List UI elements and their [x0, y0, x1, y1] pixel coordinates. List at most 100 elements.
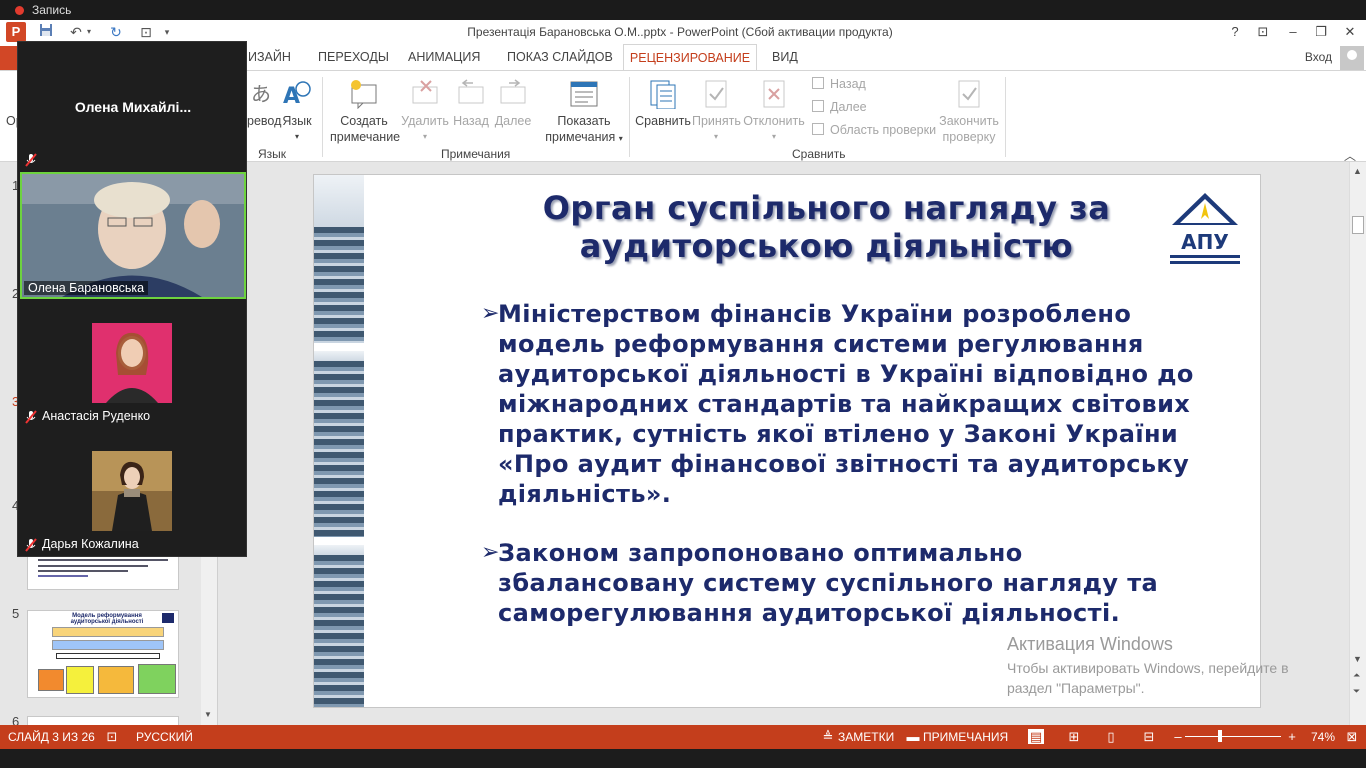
- notes-icon[interactable]: ≜: [820, 729, 836, 744]
- scroll-up-icon[interactable]: ▲: [1353, 166, 1362, 176]
- show-comments-icon: [570, 81, 598, 107]
- tab-animations[interactable]: АНИМАЦИЯ: [408, 50, 480, 64]
- participant-name-1: Олена Барановська: [24, 281, 149, 295]
- zoom-in-icon[interactable]: +: [1284, 729, 1300, 744]
- video-call-panel[interactable]: Олена Михайлі... Олена Барановська Анаст…: [17, 41, 247, 557]
- end-review-label-1: Закончить: [939, 114, 999, 128]
- slide-scrollbar[interactable]: ▲ ▼ ⏶ ⏷: [1349, 162, 1366, 725]
- tab-transitions[interactable]: ПЕРЕХОДЫ: [318, 50, 389, 64]
- new-comment-icon: [351, 80, 377, 109]
- slide-sorter-icon[interactable]: ⊞: [1066, 729, 1082, 744]
- customize-toolbar-icon[interactable]: ▾: [160, 22, 174, 42]
- scroll-thumb[interactable]: [1352, 216, 1364, 234]
- mic-muted-icon: [25, 410, 37, 424]
- sign-in-link[interactable]: Вход: [1305, 50, 1332, 64]
- next-comment-button[interactable]: Далее: [494, 79, 532, 129]
- minimize-button[interactable]: –: [1280, 22, 1306, 42]
- zoom-level[interactable]: 74%: [1311, 730, 1335, 744]
- zoom-slider-knob[interactable]: [1218, 730, 1222, 742]
- new-comment-label-2: примечание: [330, 130, 401, 144]
- window-title: Презентація Барановська О.М..pptx - Powe…: [467, 25, 893, 39]
- compare-icon: [650, 80, 676, 109]
- recording-strip: Запись: [0, 0, 1366, 20]
- windows-activation-title: Активация Windows: [1007, 634, 1173, 654]
- apu-logo: АПУ: [1170, 193, 1240, 264]
- compare-label: Сравнить: [635, 114, 691, 128]
- previous-change-button[interactable]: Назад: [812, 77, 866, 91]
- tab-design[interactable]: ИЗАЙН: [248, 50, 291, 64]
- new-comment-label-1: Создать: [340, 114, 388, 128]
- status-bar: СЛАЙД 3 ИЗ 26 ⊡ РУССКИЙ ≜ ЗАМЕТКИ ▬ ПРИМ…: [0, 725, 1366, 749]
- language-icon: A: [283, 81, 311, 109]
- next-slide-icon[interactable]: ⏷: [1353, 686, 1360, 697]
- participant-name-3: Дарья Кожалина: [42, 537, 139, 551]
- notes-button[interactable]: ЗАМЕТКИ: [838, 730, 894, 744]
- language-indicator[interactable]: РУССКИЙ: [136, 730, 193, 744]
- help-button[interactable]: ?: [1222, 22, 1248, 42]
- slide-thumbnail-5[interactable]: Модель реформування аудиторської діяльно…: [27, 610, 179, 698]
- translate-icon: あ: [251, 82, 271, 106]
- mic-muted-icon: [25, 153, 37, 167]
- undo-dropdown-icon[interactable]: ▾: [84, 22, 94, 42]
- bottom-strip: [0, 749, 1366, 768]
- reading-view-icon[interactable]: ▯: [1103, 729, 1119, 744]
- participant-photo-2: [92, 323, 172, 403]
- zoom-out-icon[interactable]: –: [1170, 729, 1186, 744]
- reviewing-pane-label: Область проверки: [830, 123, 937, 137]
- comments-icon[interactable]: ▬: [905, 729, 921, 744]
- end-review-label-2: проверку: [942, 130, 996, 144]
- accept-button[interactable]: Принять ▾: [692, 79, 741, 145]
- previous-change-icon: [812, 77, 824, 89]
- group-separator: [322, 77, 323, 157]
- slide-counter: СЛАЙД 3 ИЗ 26: [8, 730, 95, 744]
- slide-canvas[interactable]: Орган суспільного нагляду за аудиторсько…: [313, 174, 1261, 708]
- new-comment-button[interactable]: Создать примечание: [330, 79, 401, 145]
- language-label: Язык: [282, 114, 312, 128]
- normal-view-icon[interactable]: ▤: [1028, 729, 1044, 744]
- undo-icon[interactable]: ↶: [66, 22, 86, 42]
- show-comments-button[interactable]: Показать примечания ▾: [544, 79, 624, 147]
- ribbon-display-options-button[interactable]: ⊡: [1250, 22, 1276, 42]
- avatar[interactable]: [1340, 46, 1364, 70]
- reject-label: Отклонить: [743, 114, 805, 128]
- reject-icon: [763, 80, 785, 108]
- scroll-down-icon[interactable]: ▼: [204, 710, 214, 719]
- redo-icon[interactable]: ↻: [106, 22, 126, 42]
- translate-label: ревод: [247, 114, 282, 128]
- translate-button[interactable]: あ ревод: [247, 79, 281, 129]
- zoom-slider[interactable]: [1185, 736, 1281, 737]
- comments-button[interactable]: ПРИМЕЧАНИЯ: [923, 730, 1008, 744]
- next-comment-icon: [500, 79, 526, 104]
- next-change-button[interactable]: Далее: [812, 100, 867, 114]
- next-comment-label: Далее: [494, 114, 532, 128]
- tab-review[interactable]: РЕЦЕНЗИРОВАНИЕ: [623, 44, 757, 71]
- previous-change-label: Назад: [830, 77, 866, 91]
- reject-button[interactable]: Отклонить ▾: [742, 79, 806, 145]
- slide-title: Орган суспільного нагляду за аудиторсько…: [542, 189, 1111, 265]
- compare-button[interactable]: Сравнить: [635, 79, 691, 129]
- delete-comment-button[interactable]: Удалить ▾: [400, 79, 450, 145]
- previous-slide-icon[interactable]: ⏶: [1353, 670, 1360, 681]
- scroll-down-icon[interactable]: ▼: [1353, 654, 1362, 664]
- close-button[interactable]: ✕: [1337, 22, 1363, 42]
- fit-slide-icon[interactable]: ⊠: [1344, 729, 1360, 744]
- slide-thumbnail-4[interactable]: [27, 554, 179, 590]
- slide-show-icon[interactable]: ⊟: [1141, 729, 1157, 744]
- thumb-number-5: 5: [12, 606, 20, 621]
- participant-video-main[interactable]: Олена Барановська: [20, 172, 246, 299]
- tab-slide-show[interactable]: ПОКАЗ СЛАЙДОВ: [507, 50, 613, 64]
- reviewing-pane-button[interactable]: Область проверки: [812, 123, 936, 137]
- delete-comment-label: Удалить: [401, 114, 449, 128]
- spelling-check-icon[interactable]: ⊡: [104, 729, 120, 744]
- apu-logo-text: АПУ: [1181, 230, 1229, 254]
- next-change-icon: [812, 100, 824, 112]
- start-from-beginning-icon[interactable]: ⊡: [136, 22, 156, 42]
- reviewing-pane-icon: [812, 123, 824, 135]
- end-review-button[interactable]: Закончить проверку: [938, 79, 1000, 145]
- restore-button[interactable]: ❐: [1308, 22, 1334, 42]
- language-button[interactable]: A Язык ▾: [280, 79, 314, 145]
- save-icon[interactable]: [36, 22, 56, 42]
- previous-comment-button[interactable]: Назад: [452, 79, 490, 129]
- previous-comment-icon: [458, 79, 484, 104]
- tab-view[interactable]: ВИД: [772, 50, 798, 64]
